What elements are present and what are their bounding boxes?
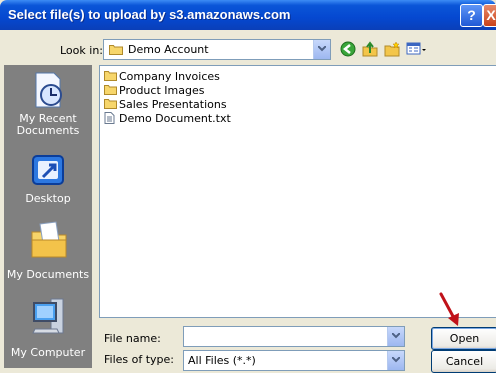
place-label: My Recent Documents — [16, 112, 80, 137]
filename-input[interactable] — [183, 326, 405, 347]
open-button[interactable]: Open — [431, 327, 496, 350]
filename-dropdown-arrow[interactable] — [387, 327, 404, 346]
file-list[interactable]: Company Invoices Product Images Sales Pr… — [99, 65, 496, 318]
places-bar: My Recent Documents Desktop My Documents… — [4, 65, 92, 368]
new-folder-icon[interactable] — [384, 41, 400, 60]
lookin-dropdown[interactable]: Demo Account — [103, 39, 331, 60]
folder-icon — [104, 99, 117, 109]
file-name: Sales Presentations — [119, 98, 227, 111]
file-name: Demo Document.txt — [119, 112, 231, 125]
filetype-dropdown[interactable]: All Files (*.*) — [183, 350, 405, 371]
back-icon[interactable] — [340, 41, 356, 60]
close-button[interactable]: X — [483, 4, 496, 27]
place-my-recent-documents[interactable]: My Recent Documents — [4, 71, 92, 151]
file-name: Product Images — [119, 84, 205, 97]
place-my-documents[interactable]: My Documents — [4, 220, 92, 290]
lookin-dropdown-arrow[interactable] — [313, 40, 330, 59]
place-desktop[interactable]: Desktop — [4, 153, 92, 213]
desktop-icon — [32, 155, 64, 185]
lookin-label: Look in: — [60, 44, 103, 57]
folder-icon — [104, 71, 117, 81]
annotation-arrow-icon — [439, 292, 459, 326]
folder-icon — [109, 44, 123, 58]
lookin-value: Demo Account — [128, 43, 209, 56]
window-title: Select file(s) to upload by s3.amazonaws… — [8, 7, 291, 22]
text-file-icon — [104, 112, 115, 124]
filetype-label: Files of type: — [104, 353, 175, 366]
place-label: My Documents — [6, 268, 90, 281]
filename-label: File name: — [104, 332, 161, 345]
file-name: Company Invoices — [119, 70, 220, 83]
help-button[interactable]: ? — [460, 4, 483, 27]
my-documents-icon — [31, 221, 67, 258]
view-menu-icon[interactable] — [406, 41, 426, 60]
cancel-button[interactable]: Cancel — [431, 350, 496, 373]
place-my-computer[interactable]: My Computer — [4, 295, 92, 365]
filetype-dropdown-arrow[interactable] — [387, 351, 404, 370]
place-label: Desktop — [25, 192, 71, 205]
recent-documents-icon — [35, 72, 62, 108]
my-computer-icon — [32, 298, 64, 334]
place-label: My Computer — [10, 346, 86, 359]
up-folder-icon[interactable] — [362, 41, 378, 60]
title-bar[interactable]: Select file(s) to upload by s3.amazonaws… — [0, 0, 496, 30]
folder-icon — [104, 85, 117, 95]
filetype-value: All Files (*.*) — [188, 354, 256, 367]
